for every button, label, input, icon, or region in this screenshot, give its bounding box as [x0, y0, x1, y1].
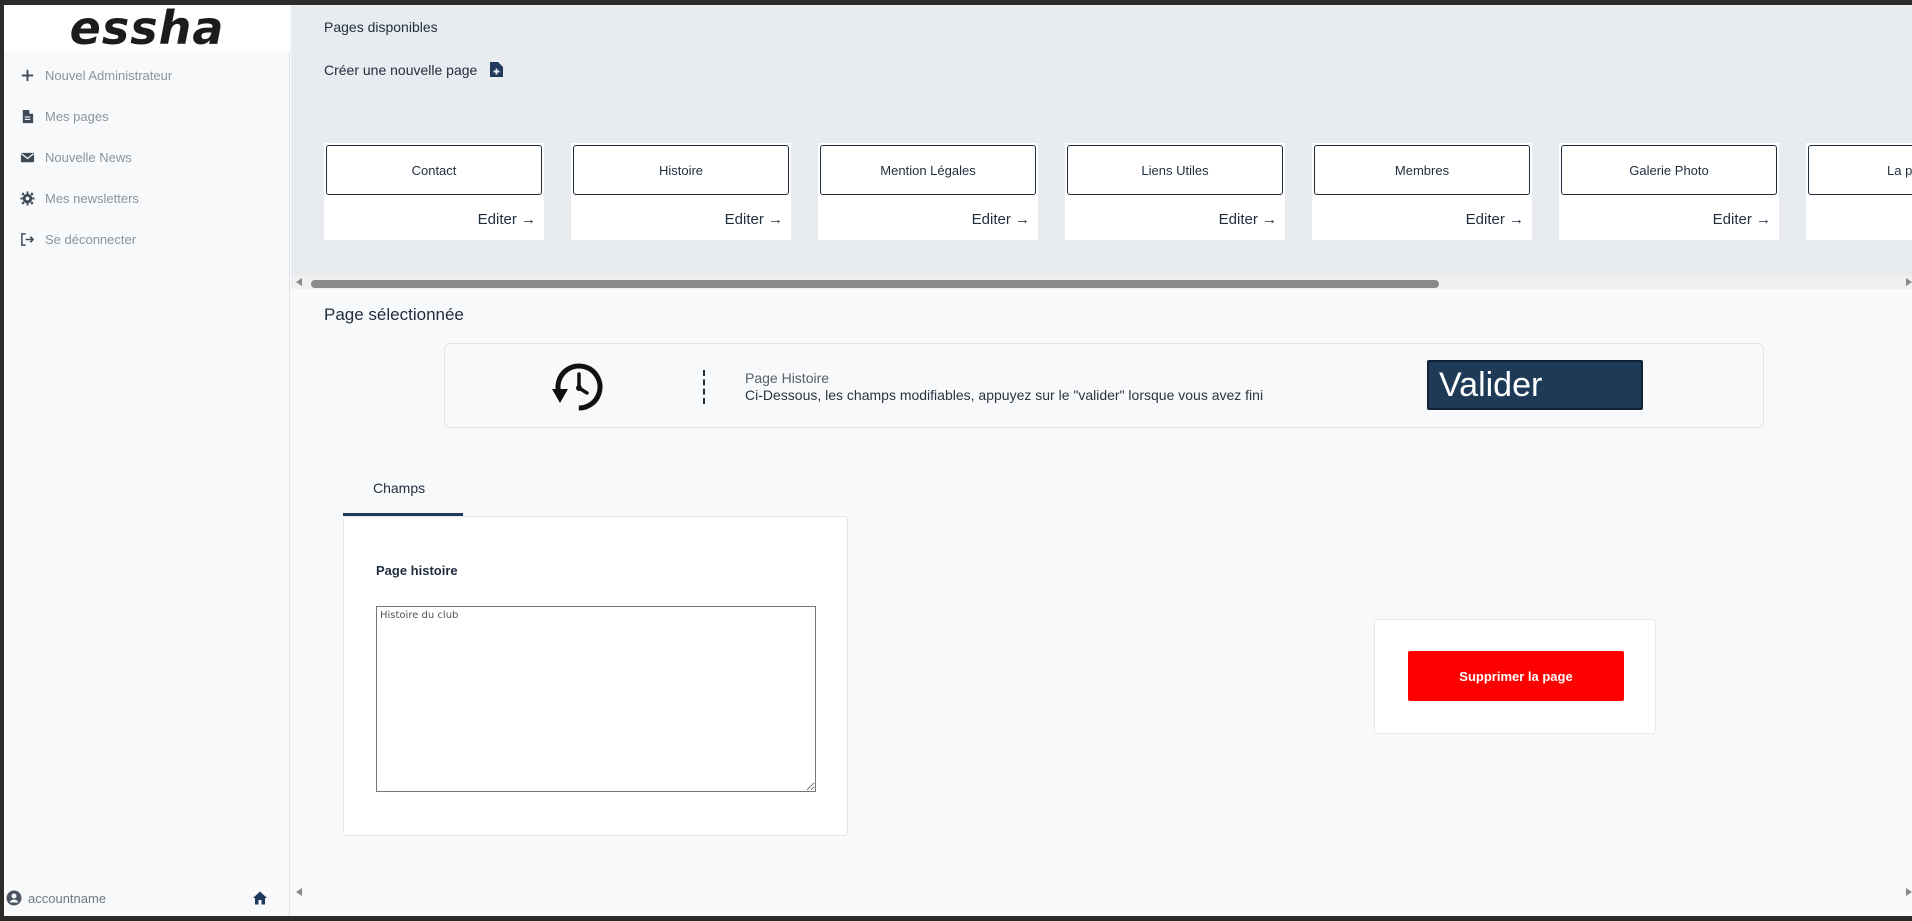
delete-card: Supprimer la page [1374, 619, 1656, 734]
edit-link[interactable]: Editer → [972, 211, 1030, 228]
edit-link[interactable]: Editer → [1713, 211, 1771, 228]
user-circle-icon [6, 890, 22, 906]
page-cards: Contact Editer → Histoire Editer → Menti… [324, 143, 1912, 240]
tab-fields[interactable]: Champs [343, 465, 463, 516]
app-frame: essha Nouvel Administrateur Mes pages No… [4, 5, 1912, 916]
delete-page-button[interactable]: Supprimer la page [1408, 651, 1624, 701]
page-card: Membres Editer → [1312, 143, 1532, 240]
home-icon[interactable] [252, 890, 268, 909]
scroll-thumb[interactable] [311, 280, 1439, 288]
account-bar: accountname [4, 886, 290, 910]
tab-label: Champs [373, 480, 426, 496]
page-instructions: Ci-Dessous, les champs modifiables, appu… [745, 387, 1264, 403]
history-icon [552, 363, 603, 411]
page-info-box: Page Histoire Ci-Dessous, les champs mod… [444, 343, 1764, 428]
field-label: Page histoire [376, 563, 458, 578]
file-plus-icon[interactable] [490, 62, 504, 78]
sidebar-item-label: Mes pages [45, 109, 109, 124]
page-card: Mention Légales Editer → [818, 143, 1038, 240]
page-card: Liens Utiles Editer → [1065, 143, 1285, 240]
page-card: Galerie Photo Editer → [1559, 143, 1779, 240]
validate-button[interactable]: Valider [1427, 360, 1643, 410]
scroll-left-arrow-icon[interactable] [296, 278, 302, 286]
selected-page-title: Page sélectionnée [324, 305, 464, 324]
horizontal-scrollbar[interactable] [291, 275, 1912, 289]
logo[interactable]: essha [4, 5, 290, 51]
pages-title: Pages disponibles [324, 19, 438, 35]
pages-panel: Pages disponibles Créer une nouvelle pag… [291, 5, 1912, 275]
sidebar-item-newsletters[interactable]: Mes newsletters [4, 178, 290, 219]
page-card: La p [1806, 143, 1912, 240]
page-card-button[interactable]: Galerie Photo [1561, 145, 1777, 195]
plus-icon [18, 67, 36, 85]
sidebar-item-new-news[interactable]: Nouvelle News [4, 137, 290, 178]
page-card-button[interactable]: Liens Utiles [1067, 145, 1283, 195]
page-name: Page Histoire [745, 370, 830, 386]
sidebar-item-new-admin[interactable]: Nouvel Administrateur [4, 55, 290, 96]
sidebar: essha Nouvel Administrateur Mes pages No… [4, 5, 290, 916]
sidebar-nav: Nouvel Administrateur Mes pages Nouvelle… [4, 55, 290, 260]
sidebar-item-label: Mes newsletters [45, 191, 139, 206]
scroll-right-arrow-icon[interactable] [1906, 278, 1912, 286]
fields-card: Page histoire Histoire du club [343, 516, 848, 836]
edit-link[interactable]: Editer → [478, 211, 536, 228]
edit-link[interactable]: Editer → [1466, 211, 1524, 228]
page-card-button[interactable]: Histoire [573, 145, 789, 195]
page-card: Contact Editer → [324, 143, 544, 240]
page-card-button[interactable]: La p [1808, 145, 1912, 195]
page-card-button[interactable]: Contact [326, 145, 542, 195]
page-card-button[interactable]: Mention Légales [820, 145, 1036, 195]
edit-link[interactable]: Editer → [725, 211, 783, 228]
scroll-left-arrow-icon[interactable] [296, 888, 302, 896]
create-page-label: Créer une nouvelle page [324, 62, 478, 78]
account-name[interactable]: accountname [28, 891, 106, 906]
create-page-link[interactable]: Créer une nouvelle page [324, 62, 504, 78]
page-card: Histoire Editer → [571, 143, 791, 240]
document-icon [18, 108, 36, 126]
sidebar-item-label: Se déconnecter [45, 232, 137, 247]
sidebar-item-logout[interactable]: Se déconnecter [4, 219, 290, 260]
page-info-text: Page Histoire Ci-Dessous, les champs mod… [745, 370, 1263, 404]
divider [703, 370, 705, 404]
page-card-button[interactable]: Membres [1314, 145, 1530, 195]
envelope-icon [18, 149, 36, 167]
sidebar-item-label: Nouvelle News [45, 150, 132, 165]
scroll-right-arrow-icon[interactable] [1906, 888, 1912, 896]
sidebar-item-label: Nouvel Administrateur [45, 68, 173, 83]
sidebar-item-my-pages[interactable]: Mes pages [4, 96, 290, 137]
gear-icon [18, 190, 36, 208]
logout-icon [18, 231, 36, 249]
history-textarea[interactable]: Histoire du club [376, 606, 816, 792]
bottom-scrollbar[interactable] [291, 885, 1912, 899]
edit-link[interactable]: Editer → [1219, 211, 1277, 228]
